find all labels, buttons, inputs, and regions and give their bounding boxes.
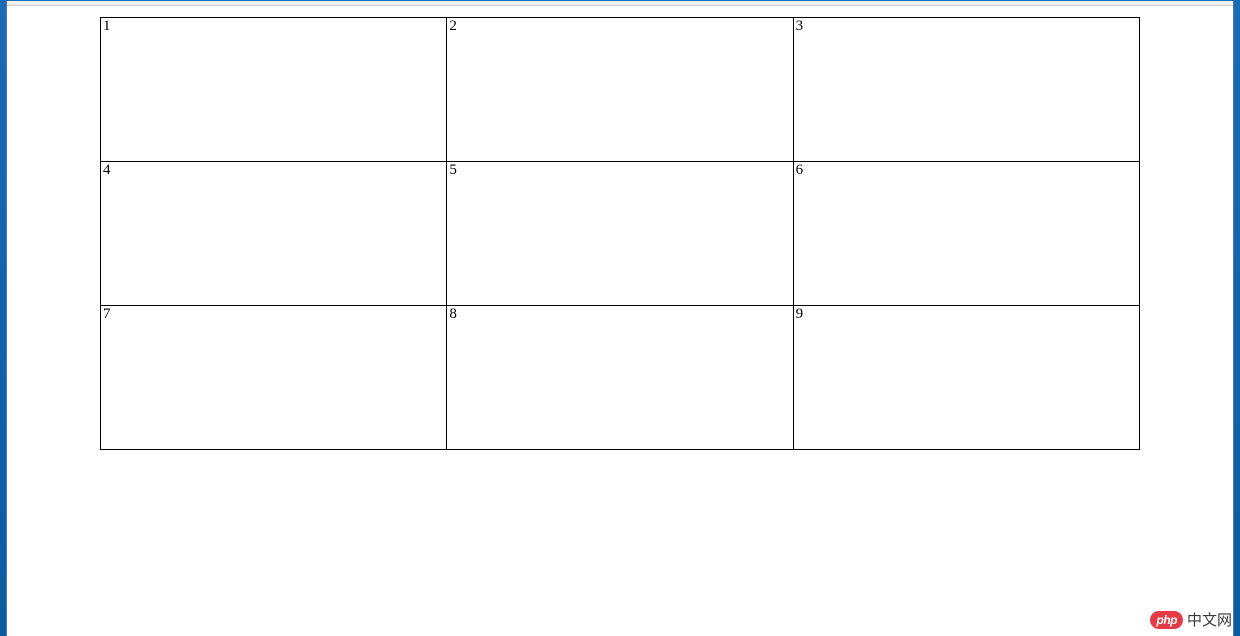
table-row: 7 8 9 [101,306,1140,450]
grid-cell: 4 [101,162,447,306]
grid-cell: 8 [447,306,793,450]
grid-cell: 5 [447,162,793,306]
grid-cell: 1 [101,18,447,162]
content-viewport[interactable]: 1 2 3 4 5 6 7 8 9 [7,6,1233,636]
grid-cell: 7 [101,306,447,450]
watermark-text: 中文网 [1187,609,1232,630]
grid-cell: 3 [793,18,1139,162]
numbered-grid: 1 2 3 4 5 6 7 8 9 [100,17,1140,450]
browser-window: 1 2 3 4 5 6 7 8 9 [6,1,1234,636]
desktop: 1 2 3 4 5 6 7 8 9 [0,0,1240,636]
watermark: php 中文网 [1150,609,1232,630]
page-body: 1 2 3 4 5 6 7 8 9 [7,17,1233,636]
watermark-badge: php [1150,611,1183,629]
grid-cell: 6 [793,162,1139,306]
grid-cell: 2 [447,18,793,162]
table-row: 1 2 3 [101,18,1140,162]
table-row: 4 5 6 [101,162,1140,306]
grid-cell: 9 [793,306,1139,450]
